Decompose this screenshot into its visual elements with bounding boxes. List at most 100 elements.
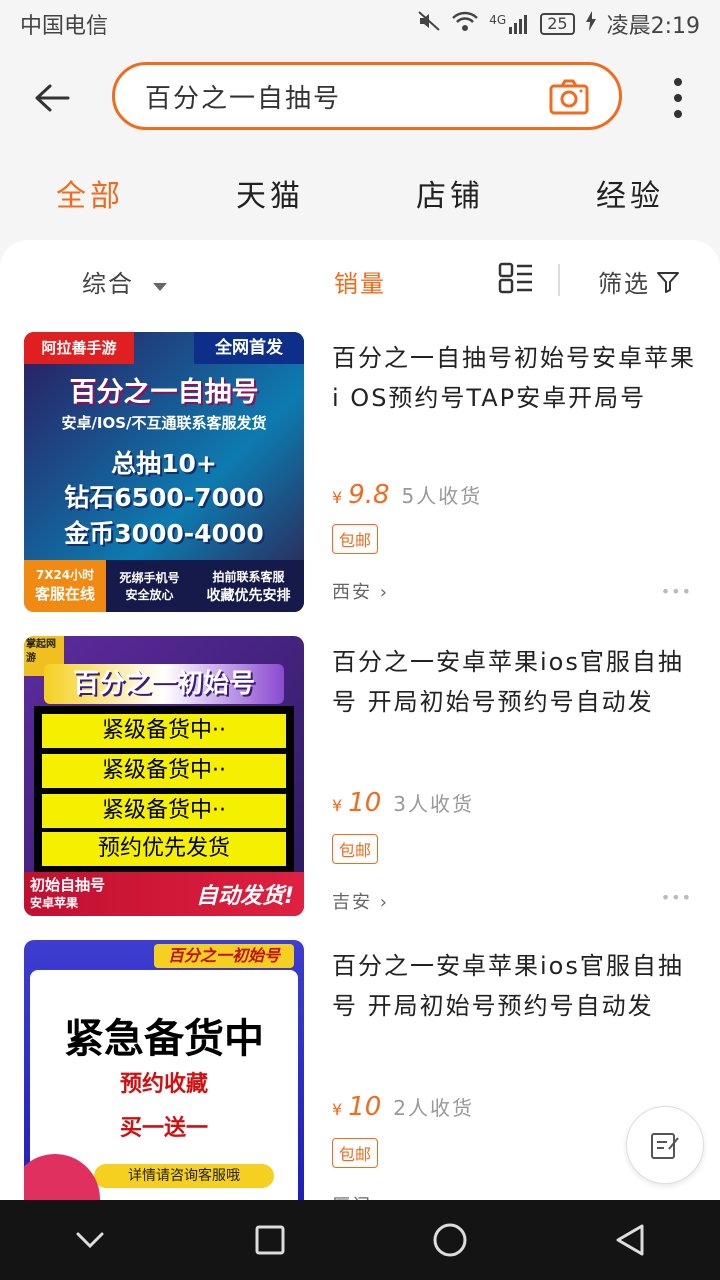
product-title[interactable]: 百分之一安卓苹果ios官服自抽号 开局初始号预约号自动发 xyxy=(332,946,700,1026)
product-card[interactable]: 掌起网游 百分之一初始号 紧级备货中·· 紧级备货中·· 紧级备货中·· 预约优… xyxy=(24,636,704,916)
footer-line1: 初始自抽号 xyxy=(30,876,106,894)
product-info: 百分之一安卓苹果ios官服自抽号 开局初始号预约号自动发 ¥ 10 3人收货 包… xyxy=(332,642,700,914)
search-input[interactable]: 百分之一自抽号 xyxy=(112,62,622,130)
product-card[interactable]: 阿拉善手游 全网首发 百分之一自抽号 安卓/IOS/不互通联系客服发货 总抽10… xyxy=(24,332,704,612)
footer-right-line2: 收藏优先安排 xyxy=(206,587,291,604)
product-info: 百分之一自抽号初始号安卓苹果i OS预约号TAP安卓开局号 ¥ 9.8 5人收货… xyxy=(332,338,700,610)
stock-row: 预约优先发货 xyxy=(42,832,286,866)
currency-symbol: ¥ xyxy=(332,488,343,507)
free-shipping-tag: 包邮 xyxy=(332,524,379,554)
product-image[interactable]: 掌起网游 百分之一初始号 紧级备货中·· 紧级备货中·· 紧级备货中·· 预约优… xyxy=(24,636,304,916)
charging-icon xyxy=(585,11,597,37)
filter-label: 筛选 xyxy=(598,270,650,298)
edit-note-icon xyxy=(651,1133,679,1159)
search-query: 百分之一自抽号 xyxy=(145,83,342,114)
location-label: 西安 xyxy=(332,582,372,603)
footer-right-line1: 拍前联系客服 xyxy=(212,569,285,584)
chevron-right-icon: › xyxy=(379,892,389,913)
stock-row: 紧级备货中·· xyxy=(42,714,286,748)
thumb-line-coins: 金币3000-4000 xyxy=(64,519,264,548)
launch-badge: 全网首发 xyxy=(194,332,304,364)
search-header: 百分之一自抽号 xyxy=(0,48,720,148)
free-shipping-tag: 包邮 xyxy=(332,1138,379,1168)
network-type-label: 4G xyxy=(489,13,507,27)
thumb-sub-text: 买一送一 xyxy=(119,1116,208,1141)
location-link[interactable]: 吉安 › xyxy=(332,888,389,914)
footer-left-line2: 安全放心 xyxy=(125,588,174,602)
price-row: ¥ 10 2人收货 xyxy=(332,1092,474,1122)
price-value: 9.8 xyxy=(348,480,390,510)
results-panel: 综合 销量 筛选 阿拉善手游 全网首发 百分之一自抽号 安卓/IOS/不互通联系… xyxy=(0,240,720,1200)
sort-divider xyxy=(558,264,560,296)
feedback-button[interactable] xyxy=(626,1106,704,1184)
wifi-icon xyxy=(451,10,479,38)
sold-count: 2人收货 xyxy=(393,1096,475,1120)
funnel-icon xyxy=(657,271,679,293)
item-more-icon[interactable]: ••• xyxy=(661,582,692,601)
stock-row: 紧级备货中·· xyxy=(42,794,286,828)
thumb-sub-text: 预约收藏 xyxy=(119,1072,208,1097)
view-toggle-icon[interactable] xyxy=(498,262,536,296)
location-label: 吉安 xyxy=(332,892,372,913)
price-value: 10 xyxy=(348,788,382,818)
thumb-line-diamonds: 钻石6500-7000 xyxy=(64,483,264,512)
category-tabs: 全部 天猫 店铺 经验 xyxy=(0,150,720,236)
service-badge-line2: 客服在线 xyxy=(34,585,95,603)
product-title[interactable]: 百分之一自抽号初始号安卓苹果i OS预约号TAP安卓开局号 xyxy=(332,338,700,418)
price-value: 10 xyxy=(348,1092,382,1122)
thumb-footer-left: 死绑手机号 安全放心 xyxy=(119,569,179,603)
recents-button[interactable] xyxy=(246,1216,294,1264)
camera-icon[interactable] xyxy=(549,79,589,115)
back-button[interactable] xyxy=(22,68,82,128)
dropdown-triangle-icon xyxy=(152,283,167,291)
thumb-subline: 安卓/IOS/不互通联系客服发货 xyxy=(61,414,267,432)
footer-left-line1: 死绑手机号 xyxy=(119,571,180,585)
status-bar: 中国电信 4G 25 凌晨2:19 xyxy=(0,0,720,48)
mute-icon xyxy=(417,10,441,38)
thumb-footer: 初始自抽号 安卓苹果 自动发货! xyxy=(24,872,304,916)
location-link[interactable]: 厦门 › xyxy=(332,1192,389,1200)
free-shipping-tag: 包邮 xyxy=(332,834,379,864)
sort-sales[interactable]: 销量 xyxy=(334,264,386,299)
sort-comprehensive[interactable]: 综合 xyxy=(82,264,168,299)
price-row: ¥ 9.8 5人收货 xyxy=(332,480,482,510)
consult-badge: 详情请咨询客服哦 xyxy=(94,1164,274,1188)
tab-all[interactable]: 全部 xyxy=(56,171,124,215)
product-image[interactable]: 百分之一初始号 紧急备货中 预约收藏 买一送一 详情请咨询客服哦 xyxy=(24,940,304,1200)
more-options-button[interactable] xyxy=(672,78,684,118)
currency-symbol: ¥ xyxy=(332,1100,343,1119)
system-navigation-bar xyxy=(0,1200,720,1280)
clock: 凌晨2:19 xyxy=(606,14,700,39)
tab-experience[interactable]: 经验 xyxy=(596,171,664,215)
tab-shops[interactable]: 店铺 xyxy=(416,171,484,215)
filter-button[interactable]: 筛选 xyxy=(598,264,680,299)
product-card[interactable]: 百分之一初始号 紧急备货中 预约收藏 买一送一 详情请咨询客服哦 百分之一安卓苹… xyxy=(24,940,704,1200)
thumb-headline: 百分之一初始号 xyxy=(154,944,294,968)
nav-back-button[interactable] xyxy=(606,1216,654,1264)
thumb-headline: 百分之一初始号 xyxy=(44,664,284,704)
thumb-headline: 百分之一自抽号 xyxy=(69,377,259,408)
thumb-big-text: 紧急备货中 xyxy=(64,1016,264,1062)
hide-nav-button[interactable] xyxy=(66,1216,114,1264)
status-icons: 4G 25 凌晨2:19 xyxy=(417,8,700,40)
product-image[interactable]: 阿拉善手游 全网首发 百分之一自抽号 安卓/IOS/不互通联系客服发货 总抽10… xyxy=(24,332,304,612)
item-more-icon[interactable]: ••• xyxy=(661,888,692,907)
price-row: ¥ 10 3人收货 xyxy=(332,788,474,818)
product-title[interactable]: 百分之一安卓苹果ios官服自抽号 开局初始号预约号自动发 xyxy=(332,642,700,722)
home-button[interactable] xyxy=(426,1216,474,1264)
circle-icon xyxy=(433,1223,467,1257)
thumb-footer: 死绑手机号安全放心 拍前联系客服 收藏优先安排 xyxy=(106,560,304,612)
currency-symbol: ¥ xyxy=(332,796,343,815)
tab-tmall[interactable]: 天猫 xyxy=(236,171,304,215)
more-dot-icon xyxy=(674,78,682,86)
signal-icon: 4G xyxy=(489,13,530,35)
sort-comprehensive-label: 综合 xyxy=(82,270,134,298)
location-link[interactable]: 西安 › xyxy=(332,578,389,604)
sold-count: 5人收货 xyxy=(401,484,483,508)
shop-badge: 阿拉善手游 xyxy=(24,332,134,364)
battery-indicator: 25 xyxy=(540,13,575,35)
service-badge: 7X24小时 客服在线 xyxy=(24,560,106,612)
chevron-right-icon: › xyxy=(379,582,389,603)
back-arrow-icon xyxy=(35,84,70,112)
sold-count: 3人收货 xyxy=(393,792,475,816)
